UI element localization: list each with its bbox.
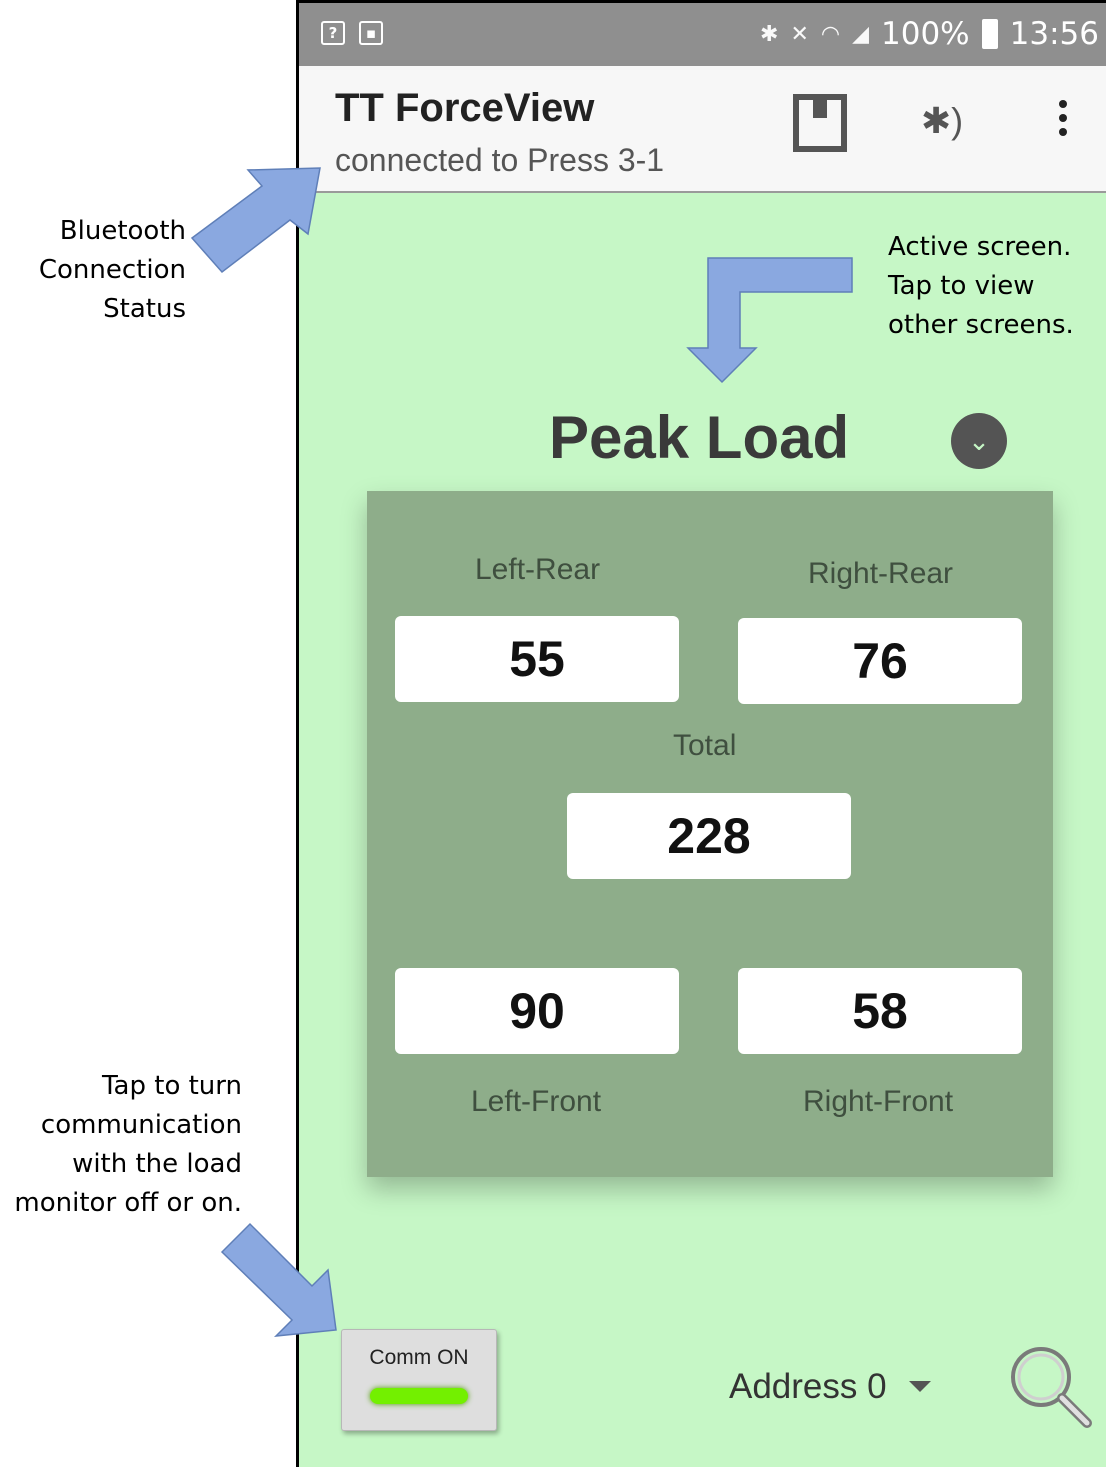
bluetooth-arrow [190, 167, 321, 274]
annotation-arrows [190, 167, 853, 1337]
active-screen-arrow [686, 257, 853, 384]
comm-arrow [220, 1222, 337, 1337]
